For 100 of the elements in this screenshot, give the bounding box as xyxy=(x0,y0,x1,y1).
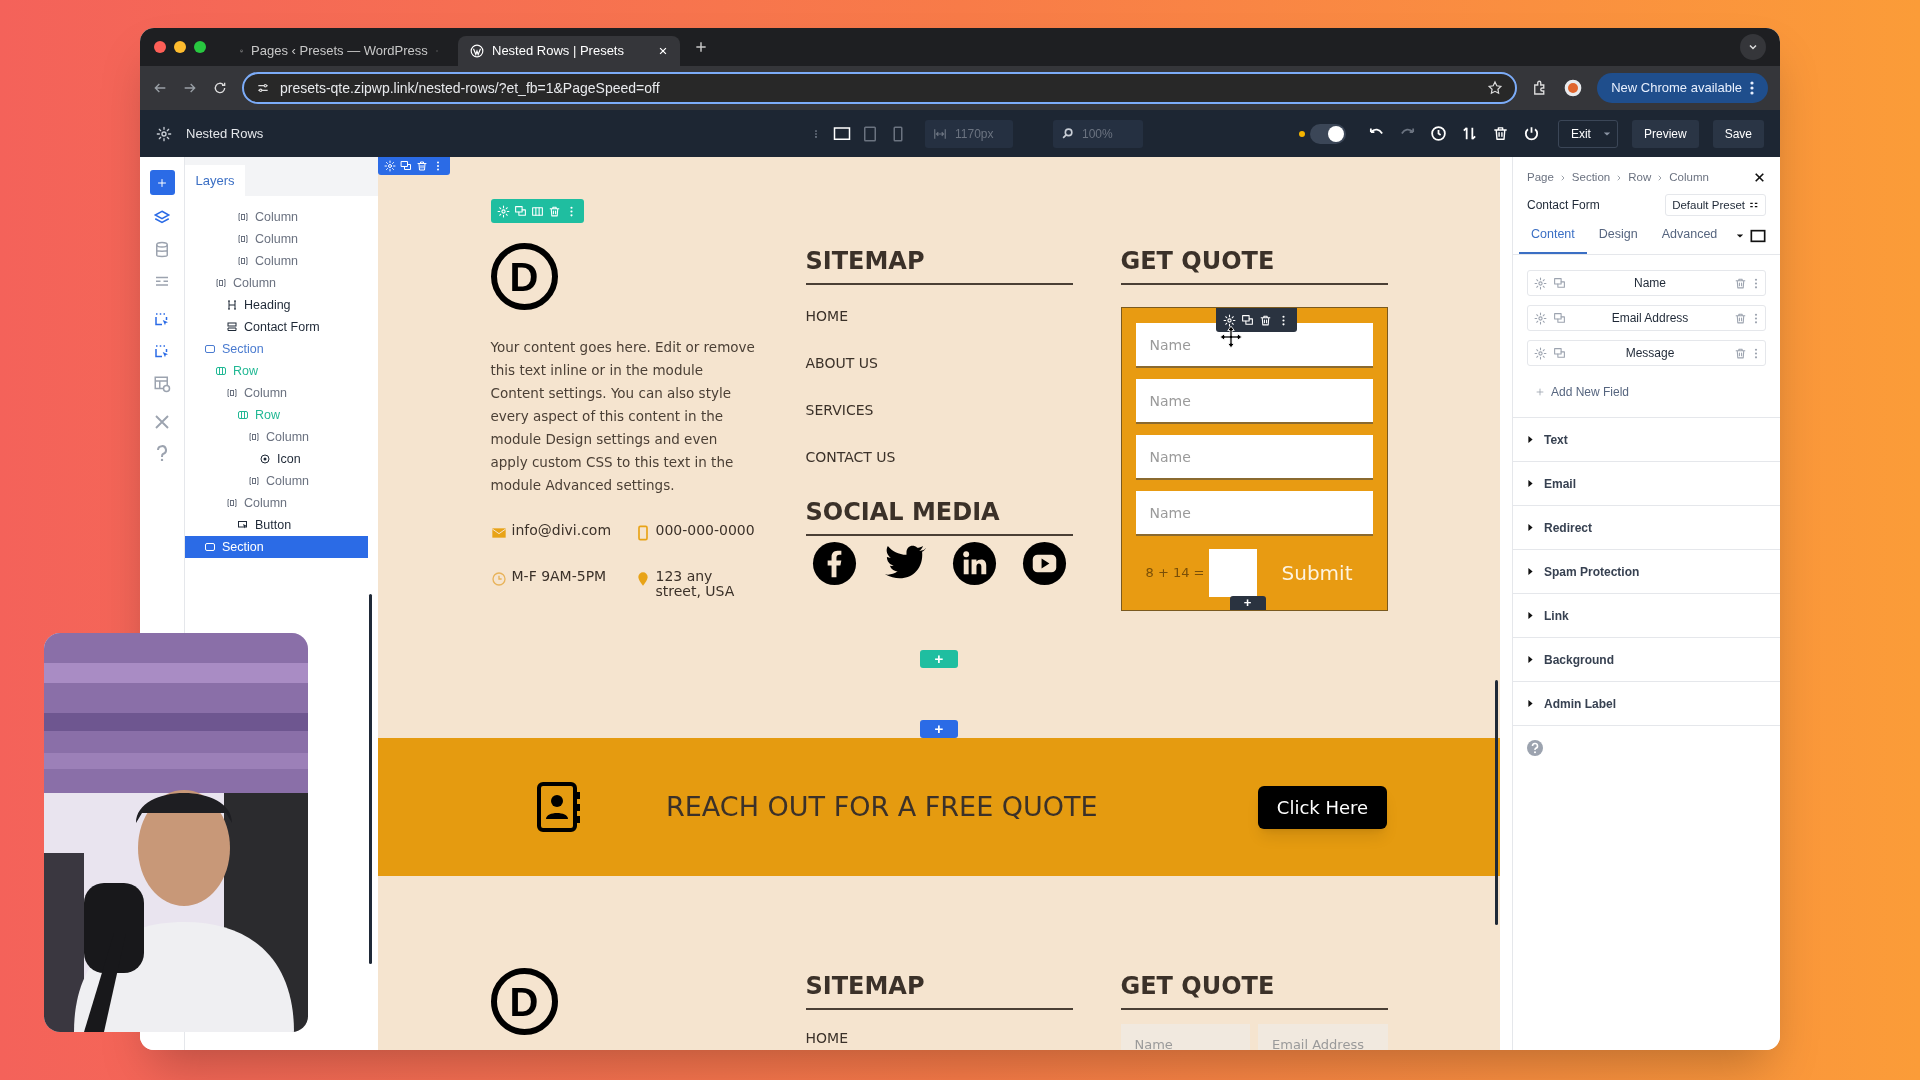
layer-item[interactable]: Column xyxy=(185,228,368,250)
column-icon xyxy=(226,497,238,509)
input-field[interactable]: Name xyxy=(1120,1024,1250,1050)
layer-item[interactable]: Column xyxy=(185,470,368,492)
layer-item[interactable]: Column xyxy=(185,426,368,448)
exit-button[interactable]: Exit xyxy=(1557,119,1618,148)
add-module-button[interactable] xyxy=(149,170,175,195)
logo: D xyxy=(490,243,558,310)
caret-right-icon xyxy=(1527,480,1534,487)
add-field-link[interactable]: Add New Field xyxy=(1513,383,1780,401)
duplicate-icon[interactable] xyxy=(1240,313,1254,327)
settings-group[interactable]: Admin Label xyxy=(1513,681,1780,725)
settings-group[interactable]: Background xyxy=(1513,637,1780,681)
facebook-icon[interactable] xyxy=(810,540,858,587)
nav-link[interactable]: CONTACT US xyxy=(805,446,1073,468)
nav-link[interactable]: ABOUT US xyxy=(805,352,1073,374)
layer-item[interactable]: Heading xyxy=(185,294,368,316)
settings-group[interactable]: Spam Protection xyxy=(1513,549,1780,593)
layer-item[interactable]: Column xyxy=(185,272,368,294)
help-icon[interactable] xyxy=(1527,740,1543,756)
breadcrumb-link[interactable]: Row xyxy=(1628,169,1652,187)
preview-button[interactable]: Preview xyxy=(1631,119,1699,148)
youtube-icon[interactable] xyxy=(1020,540,1068,587)
layer-item[interactable]: Column xyxy=(185,492,368,514)
contact-text: 000-000-0000 xyxy=(655,523,756,538)
layer-item[interactable]: Column xyxy=(185,382,368,404)
section-toolbar[interactable] xyxy=(378,157,450,175)
input-field[interactable]: Email Address xyxy=(1258,1024,1388,1050)
help-icon[interactable] xyxy=(155,445,169,461)
browser-tab[interactable]: Pages ‹ Presets — WordPress xyxy=(228,36,450,66)
site-settings-icon[interactable] xyxy=(256,81,270,95)
settings-tab[interactable]: Design xyxy=(1586,225,1650,254)
update-button[interactable]: New Chrome available xyxy=(1597,73,1768,103)
settings-icon[interactable] xyxy=(156,125,172,142)
scrollbar[interactable] xyxy=(369,594,372,964)
trash-icon[interactable] xyxy=(1258,313,1272,327)
input-field[interactable]: Name xyxy=(1135,435,1373,480)
input-field[interactable]: Name xyxy=(1135,379,1373,424)
contact-text: info@divi.com xyxy=(511,523,612,538)
mode-toggle[interactable] xyxy=(1309,123,1346,144)
section-heading: GET QUOTE xyxy=(1120,968,1388,1010)
layout-icon[interactable] xyxy=(153,375,171,393)
scrollbar[interactable] xyxy=(1495,680,1498,925)
settings-group[interactable]: Text xyxy=(1513,417,1780,461)
breadcrumb-link[interactable]: Section xyxy=(1571,169,1611,187)
profile-avatar-icon[interactable] xyxy=(1563,78,1584,98)
caret-right-icon xyxy=(1527,700,1534,707)
breadcrumb-link[interactable]: Page xyxy=(1527,169,1554,187)
trash-icon[interactable] xyxy=(1491,125,1509,142)
preset-dropdown[interactable]: Default Preset xyxy=(1665,194,1766,217)
browser-tab[interactable]: Nested Rows | Presets xyxy=(458,36,680,66)
layers-tab[interactable]: Layers xyxy=(185,165,245,196)
module-toolbar[interactable] xyxy=(1215,308,1297,332)
layer-item[interactable]: Contact Form xyxy=(185,316,368,338)
layer-item[interactable]: Column xyxy=(185,250,368,272)
layer-item[interactable]: Section xyxy=(185,338,368,360)
layer-item[interactable]: Column xyxy=(185,206,368,228)
click-here-button[interactable]: Click Here xyxy=(1258,785,1387,829)
contact-text: 123 any street, USA xyxy=(655,569,736,599)
reload-icon[interactable] xyxy=(212,80,228,96)
add-section-button[interactable]: + xyxy=(920,720,958,738)
star-icon[interactable] xyxy=(1487,80,1504,96)
window-control-icon[interactable] xyxy=(174,41,186,53)
layer-item[interactable]: Button xyxy=(185,514,368,536)
save-button[interactable]: Save xyxy=(1712,119,1764,148)
address-bar[interactable]: presets-qte.zipwp.link/nested-rows/?et_fb=1&PageSpeed=off xyxy=(242,72,1518,104)
breadcrumb-link[interactable]: Column xyxy=(1669,169,1709,187)
column-icon xyxy=(226,387,238,399)
input-field[interactable]: Name xyxy=(1135,323,1373,368)
settings-group[interactable]: Link xyxy=(1513,593,1780,637)
history-icon[interactable] xyxy=(1429,125,1447,142)
caret-icon[interactable] xyxy=(1602,129,1611,138)
power-icon[interactable] xyxy=(1522,125,1540,142)
square-icon[interactable] xyxy=(1750,227,1766,244)
desktop-view-icon[interactable] xyxy=(833,124,851,143)
linkedin-icon[interactable] xyxy=(950,540,998,587)
settings-group[interactable]: Redirect xyxy=(1513,505,1780,549)
captcha-field[interactable] xyxy=(1208,549,1257,597)
new-tab-icon[interactable] xyxy=(694,40,708,54)
caret-right-icon xyxy=(1527,436,1534,443)
move-cursor-icon xyxy=(1217,324,1244,350)
settings-tab[interactable]: Content xyxy=(1519,225,1587,254)
settings-tab[interactable]: Advanced xyxy=(1649,225,1730,254)
tablet-view-icon[interactable] xyxy=(861,124,879,143)
button-icon xyxy=(237,519,249,531)
nav-link[interactable]: HOME xyxy=(805,1028,1073,1049)
tools-icon[interactable] xyxy=(153,413,171,431)
clock-icon xyxy=(490,571,507,587)
nav-link[interactable]: SERVICES xyxy=(805,399,1073,421)
caret-down-icon[interactable] xyxy=(1736,231,1744,240)
database-icon[interactable] xyxy=(153,241,171,259)
layer-item[interactable]: Icon xyxy=(185,448,368,470)
nav-link[interactable]: HOME xyxy=(805,305,1073,327)
window-control-icon[interactable] xyxy=(154,41,166,53)
window-control-icon[interactable] xyxy=(194,41,206,53)
caret-right-icon xyxy=(1527,568,1534,575)
settings-group[interactable]: Email xyxy=(1513,461,1780,505)
add-module-button[interactable]: + xyxy=(1229,596,1266,610)
input-field[interactable]: Name xyxy=(1135,491,1373,536)
layer-item[interactable]: Section xyxy=(185,536,368,558)
